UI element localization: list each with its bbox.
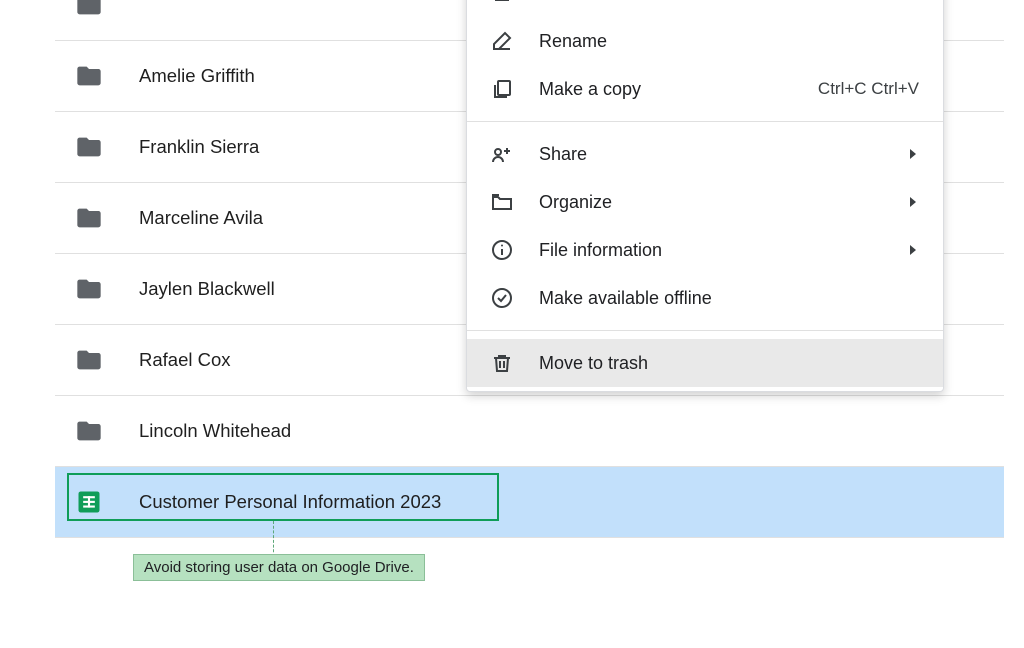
menu-make-copy[interactable]: Make a copy Ctrl+C Ctrl+V <box>467 65 943 113</box>
download-icon <box>489 0 515 5</box>
menu-shortcut: Ctrl+C Ctrl+V <box>818 79 919 99</box>
file-name: Rafael Cox <box>139 349 231 371</box>
menu-divider <box>467 121 943 122</box>
offline-icon <box>489 286 515 310</box>
folder-icon <box>75 62 103 90</box>
context-menu: Download Rename Make a copy Ctrl+C Ctrl+… <box>466 0 944 392</box>
annotation-text: Avoid storing user data on Google Drive. <box>144 559 414 576</box>
menu-label: Rename <box>539 31 919 52</box>
menu-label: Make a copy <box>539 79 818 100</box>
folder-icon <box>75 275 103 303</box>
share-icon <box>489 142 515 166</box>
menu-organize[interactable]: Organize <box>467 178 943 226</box>
trash-icon <box>489 351 515 375</box>
file-name: Amelie Griffith <box>139 65 255 87</box>
file-name: Customer Personal Information 2023 <box>139 491 441 513</box>
file-row-selected[interactable]: Customer Personal Information 2023 <box>55 467 1004 538</box>
folder-icon <box>75 0 103 19</box>
file-name: Marceline Avila <box>139 207 263 229</box>
menu-label: Make available offline <box>539 288 919 309</box>
chevron-right-icon <box>907 196 919 208</box>
menu-rename[interactable]: Rename <box>467 17 943 65</box>
annotation-callout: Avoid storing user data on Google Drive. <box>133 554 425 581</box>
menu-file-information[interactable]: File information <box>467 226 943 274</box>
menu-label: Move to trash <box>539 353 919 374</box>
menu-move-to-trash[interactable]: Move to trash <box>467 339 943 387</box>
folder-icon <box>75 133 103 161</box>
menu-label: Download <box>539 0 919 4</box>
folder-icon <box>75 346 103 374</box>
info-icon <box>489 238 515 262</box>
file-name: Lincoln Whitehead <box>139 420 291 442</box>
organize-icon <box>489 190 515 214</box>
google-sheets-icon <box>75 488 103 516</box>
file-name: Franklin Sierra <box>139 136 259 158</box>
folder-icon <box>75 417 103 445</box>
file-name: Jaylen Blackwell <box>139 278 275 300</box>
menu-label: Share <box>539 144 907 165</box>
rename-icon <box>489 29 515 53</box>
copy-icon <box>489 77 515 101</box>
menu-divider <box>467 330 943 331</box>
menu-label: File information <box>539 240 907 261</box>
file-row[interactable]: Lincoln Whitehead <box>55 396 1004 467</box>
chevron-right-icon <box>907 244 919 256</box>
menu-download[interactable]: Download <box>467 0 943 17</box>
chevron-right-icon <box>907 148 919 160</box>
menu-make-available-offline[interactable]: Make available offline <box>467 274 943 322</box>
folder-icon <box>75 204 103 232</box>
annotation-connector-line <box>273 521 274 557</box>
menu-share[interactable]: Share <box>467 130 943 178</box>
menu-label: Organize <box>539 192 907 213</box>
